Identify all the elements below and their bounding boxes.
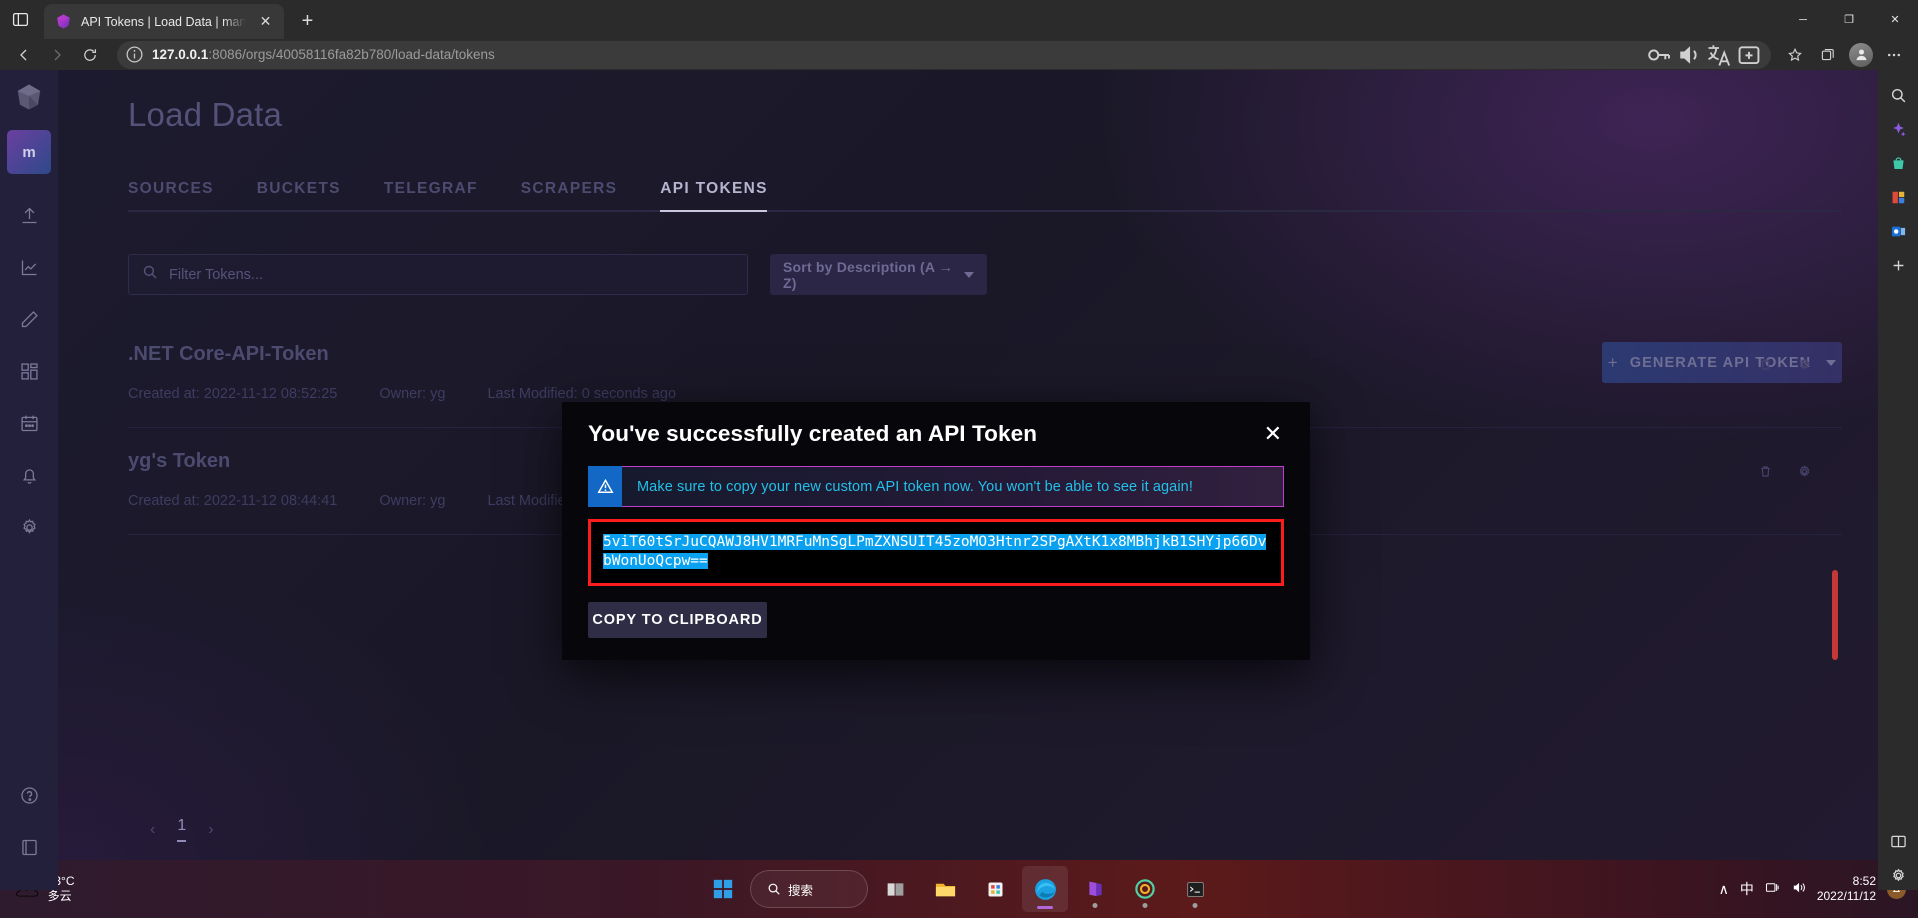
back-icon[interactable] — [8, 41, 39, 69]
settings-more-icon[interactable] — [1878, 41, 1910, 69]
copy-to-clipboard-button[interactable]: COPY TO CLIPBOARD — [588, 602, 767, 638]
url-host: 127.0.0.1 — [152, 47, 209, 62]
collections-add-icon[interactable] — [1735, 42, 1763, 68]
modal-overlay: You've successfully created an API Token… — [0, 70, 1878, 890]
page-scrollbar[interactable] — [1832, 570, 1838, 660]
token-value-field[interactable]: 5viT60tSrJuCQAWJ8HV1MRFuMnSgLPmZXNSUIT45… — [588, 519, 1284, 586]
search-icon[interactable] — [1883, 80, 1913, 110]
warning-text: Make sure to copy your new custom API to… — [637, 478, 1193, 495]
sidebar-settings-icon[interactable] — [1883, 860, 1913, 890]
tab-title: API Tokens | Load Data | manage — [81, 14, 246, 29]
tab-actions-icon[interactable] — [0, 0, 40, 39]
active-indicator — [1037, 906, 1053, 909]
running-indicator — [1092, 903, 1098, 908]
address-bar[interactable]: 127.0.0.1:8086/orgs/40058116fa82b780/loa… — [117, 40, 1771, 69]
weather-desc: 多云 — [47, 889, 72, 903]
token-value[interactable]: 5viT60tSrJuCQAWJ8HV1MRFuMnSgLPmZXNSUIT45… — [603, 534, 1267, 569]
browser-tab[interactable]: API Tokens | Load Data | manage ✕ — [44, 4, 284, 39]
api-token-modal: You've successfully created an API Token… — [562, 402, 1310, 660]
modal-title: You've successfully created an API Token — [588, 421, 1038, 446]
url-path: :8086/orgs/40058116fa82b780/load-data/to… — [208, 47, 495, 62]
profile-avatar[interactable] — [1849, 42, 1873, 67]
page-viewport: m Load Data SOURCES BUCKETS TELEGRAF SCR… — [0, 70, 1878, 890]
reload-icon[interactable] — [74, 41, 105, 69]
forward-icon[interactable] — [41, 41, 72, 69]
browser-navbar: 127.0.0.1:8086/orgs/40058116fa82b780/loa… — [0, 39, 1918, 70]
edge-sidebar — [1878, 70, 1918, 890]
key-icon[interactable] — [1645, 42, 1673, 68]
warning-banner: Make sure to copy your new custom API to… — [588, 466, 1284, 507]
maximize-button[interactable]: ❐ — [1826, 0, 1872, 39]
close-icon[interactable]: ✕ — [255, 11, 276, 32]
browser-toolbar-actions — [1779, 41, 1910, 69]
copilot-icon[interactable] — [1883, 114, 1913, 144]
influxdb-icon — [55, 13, 72, 30]
outlook-icon[interactable] — [1883, 216, 1913, 246]
collections-icon[interactable] — [1812, 41, 1844, 69]
running-indicator — [1142, 903, 1148, 908]
read-aloud-icon[interactable] — [1675, 42, 1703, 68]
site-info-icon[interactable] — [125, 45, 144, 64]
modal-header: You've successfully created an API Token… — [562, 402, 1310, 466]
split-screen-icon[interactable] — [1883, 826, 1913, 856]
shopping-icon[interactable] — [1883, 148, 1913, 178]
tools-icon[interactable] — [1883, 182, 1913, 212]
close-icon[interactable]: ✕ — [1264, 423, 1282, 445]
window-close-button[interactable]: ✕ — [1872, 0, 1918, 39]
modal-body: Make sure to copy your new custom API to… — [562, 466, 1310, 660]
translate-icon[interactable] — [1705, 42, 1733, 68]
window-controls: ─ ❐ ✕ — [1780, 0, 1918, 39]
minimize-button[interactable]: ─ — [1780, 0, 1826, 39]
clock-date: 2022/11/12 — [1816, 889, 1876, 903]
screen: API Tokens | Load Data | manage ✕ + ─ ❐ … — [0, 0, 1918, 918]
running-indicator — [1192, 903, 1198, 908]
favorites-icon[interactable] — [1779, 41, 1811, 69]
new-tab-button[interactable]: + — [292, 6, 323, 37]
warning-icon — [588, 466, 622, 507]
tab-strip: API Tokens | Load Data | manage ✕ + ─ ❐ … — [0, 0, 1918, 39]
add-icon[interactable] — [1883, 250, 1913, 280]
omnibox-actions — [1645, 42, 1763, 68]
url-text: 127.0.0.1:8086/orgs/40058116fa82b780/loa… — [152, 47, 1637, 62]
browser-chrome: API Tokens | Load Data | manage ✕ + ─ ❐ … — [0, 0, 1918, 70]
